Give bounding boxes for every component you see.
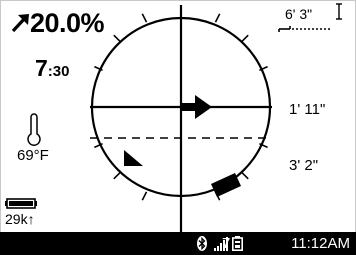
grade-readout: 20.0% xyxy=(10,8,105,39)
timer-minutes: 7 xyxy=(35,55,48,81)
status-bar: 7 11:12AM xyxy=(0,232,356,255)
timer-readout: 7:30 xyxy=(35,55,69,82)
battery-icon xyxy=(232,236,243,251)
range-value: 29k xyxy=(5,211,28,227)
battery-level-icon xyxy=(5,198,37,209)
heading-arrow-icon xyxy=(181,95,212,119)
thermometer-icon xyxy=(27,113,41,146)
range-arrow: ↑ xyxy=(27,211,35,227)
range-readout: 29k↑ xyxy=(5,211,35,227)
roll-indicator-icon xyxy=(124,150,143,166)
solid-line-depth-value: 1' 11" xyxy=(289,101,326,118)
bluetooth-icon xyxy=(197,236,207,251)
arrow-up-right-icon xyxy=(11,14,29,33)
temperature-value: 69°F xyxy=(17,147,49,164)
depth-top-value: 6' 3" xyxy=(285,6,313,22)
timer-seconds: :30 xyxy=(47,63,70,80)
grade-value: 20.0% xyxy=(30,8,105,38)
roll-position-marker-icon xyxy=(211,173,241,197)
dashed-line-depth-value: 3' 2" xyxy=(289,157,319,174)
signal-level: 7 xyxy=(222,235,231,252)
status-clock: 11:12AM xyxy=(291,235,350,252)
